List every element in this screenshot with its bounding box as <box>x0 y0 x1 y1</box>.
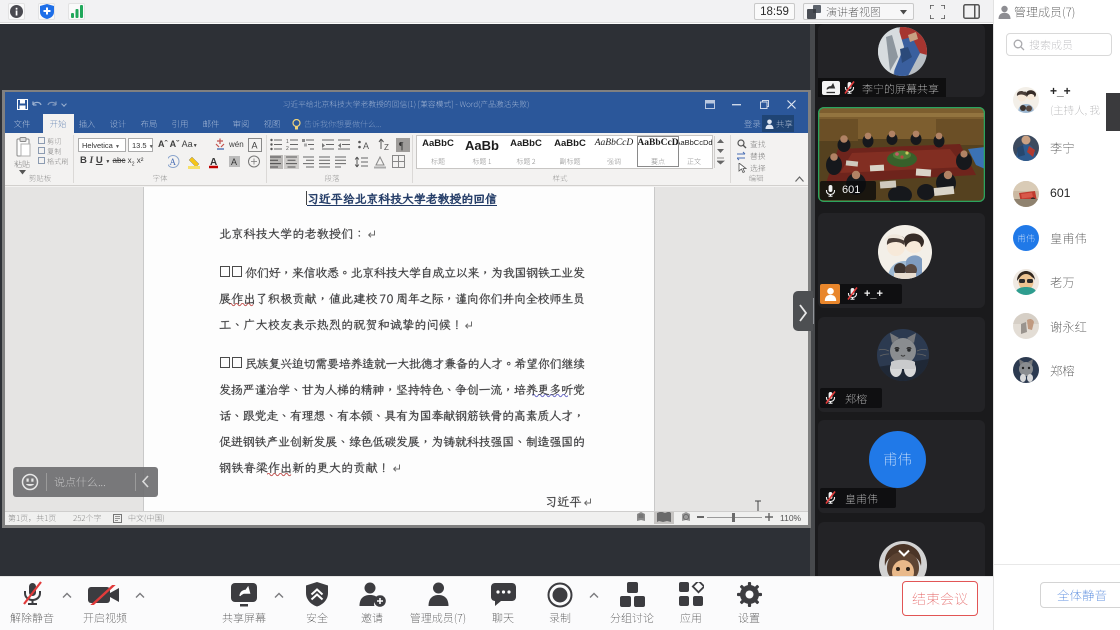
svg-text:A: A <box>252 141 258 151</box>
svg-text:A: A <box>231 157 237 167</box>
svg-text:A: A <box>363 141 369 151</box>
svg-text:Z: Z <box>384 143 389 152</box>
svg-text:wén: wén <box>228 140 244 149</box>
svg-text:2: 2 <box>286 146 289 152</box>
svg-text:¶: ¶ <box>399 141 404 152</box>
svg-text:1: 1 <box>286 139 289 145</box>
svg-text:A: A <box>170 157 177 167</box>
